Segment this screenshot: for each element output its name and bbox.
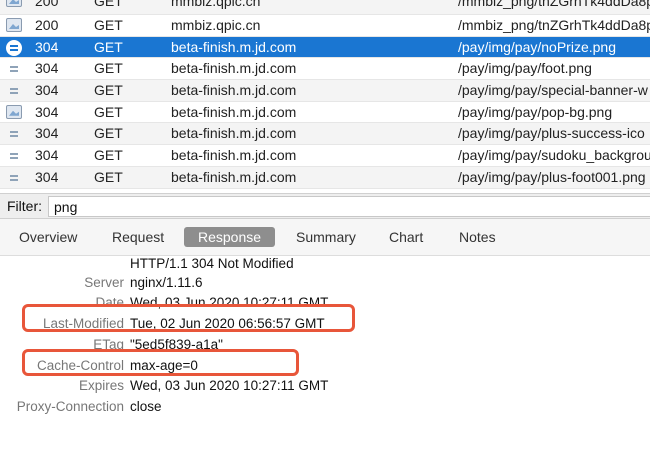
path: /pay/img/pay/noPrize.png	[458, 38, 616, 55]
request-row[interactable]: 200 GET mmbiz.qpic.cn /mmbiz_png/tnZGrhT…	[0, 0, 650, 15]
header-row: Server nginx/1.11.6	[0, 275, 650, 295]
header-key: Proxy-Connection	[16, 399, 124, 414]
host: mmbiz.qpic.cn	[171, 17, 261, 33]
request-row-selected[interactable]: 304 GET beta-finish.m.jd.com /pay/img/pa…	[0, 36, 650, 59]
path: /pay/img/pay/plus-foot001.png	[458, 168, 646, 185]
status-code: 304	[35, 103, 59, 120]
request-row[interactable]: 304 GET beta-finish.m.jd.com /pay/img/pa…	[0, 145, 650, 167]
host: beta-finish.m.jd.com	[171, 103, 297, 120]
status-code: 200	[35, 17, 59, 33]
filter-bar: Filter:	[0, 193, 650, 219]
host: beta-finish.m.jd.com	[171, 38, 297, 55]
header-value: close	[130, 399, 162, 414]
request-list: 200 GET mmbiz.qpic.cn /mmbiz_png/tnZGrhT…	[0, 0, 650, 189]
method: GET	[94, 82, 123, 99]
tab-summary[interactable]: Summary	[290, 227, 362, 247]
request-row[interactable]: 200 GET mmbiz.qpic.cn /mmbiz_png/tnZGrhT…	[0, 15, 650, 37]
method: GET	[94, 147, 123, 164]
request-row[interactable]: 304 GET beta-finish.m.jd.com /pay/img/pa…	[0, 80, 650, 102]
status-code: 304	[35, 38, 59, 55]
host: mmbiz.qpic.cn	[171, 0, 261, 9]
method: GET	[94, 0, 123, 9]
host: beta-finish.m.jd.com	[171, 168, 297, 185]
method: GET	[94, 125, 123, 142]
image-icon	[6, 0, 22, 9]
document-lines-icon	[6, 170, 22, 186]
path: /pay/img/pay/pop-bg.png	[458, 103, 613, 120]
path: /mmbiz_png/tnZGrhTk4ddDa8p	[458, 0, 650, 9]
status-line: HTTP/1.1 304 Not Modified	[130, 256, 294, 271]
header-row: Proxy-Connection close	[0, 399, 650, 419]
status-code: 304	[35, 82, 59, 99]
header-key: Expires	[78, 378, 124, 393]
document-lines-icon	[6, 148, 22, 164]
host: beta-finish.m.jd.com	[171, 60, 297, 77]
document-lines-icon	[6, 83, 22, 99]
status-code: 304	[35, 60, 59, 77]
document-lines-icon	[6, 126, 22, 142]
request-row[interactable]: 304 GET beta-finish.m.jd.com /pay/img/pa…	[0, 123, 650, 146]
tab-overview[interactable]: Overview	[13, 227, 83, 247]
image-icon	[6, 104, 22, 121]
request-row[interactable]: 304 GET beta-finish.m.jd.com /pay/img/pa…	[0, 102, 650, 124]
method: GET	[94, 168, 123, 185]
host: beta-finish.m.jd.com	[171, 82, 297, 99]
header-value: nginx/1.11.6	[130, 275, 203, 290]
path: /pay/img/pay/sudoku_backgrou	[458, 147, 650, 164]
tab-response[interactable]: Response	[184, 227, 276, 247]
cache-control-highlight	[22, 349, 299, 376]
status-code: 304	[35, 125, 59, 142]
host: beta-finish.m.jd.com	[171, 125, 297, 142]
path: /pay/img/pay/special-banner-w	[458, 82, 648, 99]
host: beta-finish.m.jd.com	[171, 147, 297, 164]
status-code: 200	[35, 0, 59, 9]
header-row: HTTP/1.1 304 Not Modified	[0, 256, 650, 276]
request-row[interactable]: 304 GET beta-finish.m.jd.com /pay/img/pa…	[0, 166, 650, 189]
tab-chart[interactable]: Chart	[383, 227, 429, 247]
filter-input[interactable]	[48, 196, 650, 217]
method: GET	[94, 17, 123, 33]
tab-notes[interactable]: Notes	[453, 227, 502, 247]
header-value: Wed, 03 Jun 2020 10:27:11 GMT	[130, 378, 329, 393]
document-lines-icon	[6, 39, 22, 56]
header-key: Server	[84, 275, 124, 290]
method: GET	[94, 38, 123, 55]
tab-request[interactable]: Request	[106, 227, 170, 247]
detail-tabs: Overview Request Response Summary Chart …	[0, 219, 650, 256]
filter-label: Filter:	[7, 198, 42, 214]
status-code: 304	[35, 168, 59, 185]
path: /pay/img/pay/foot.png	[458, 60, 592, 77]
document-lines-icon	[6, 61, 22, 77]
path: /mmbiz_png/tnZGrhTk4ddDa8p	[458, 17, 650, 33]
image-icon	[6, 18, 22, 34]
last-modified-highlight	[22, 304, 355, 332]
status-code: 304	[35, 147, 59, 164]
method: GET	[94, 60, 123, 77]
method: GET	[94, 103, 123, 120]
request-row[interactable]: 304 GET beta-finish.m.jd.com /pay/img/pa…	[0, 58, 650, 81]
path: /pay/img/pay/plus-success-ico	[458, 125, 645, 142]
header-row: Expires Wed, 03 Jun 2020 10:27:11 GMT	[0, 378, 650, 398]
